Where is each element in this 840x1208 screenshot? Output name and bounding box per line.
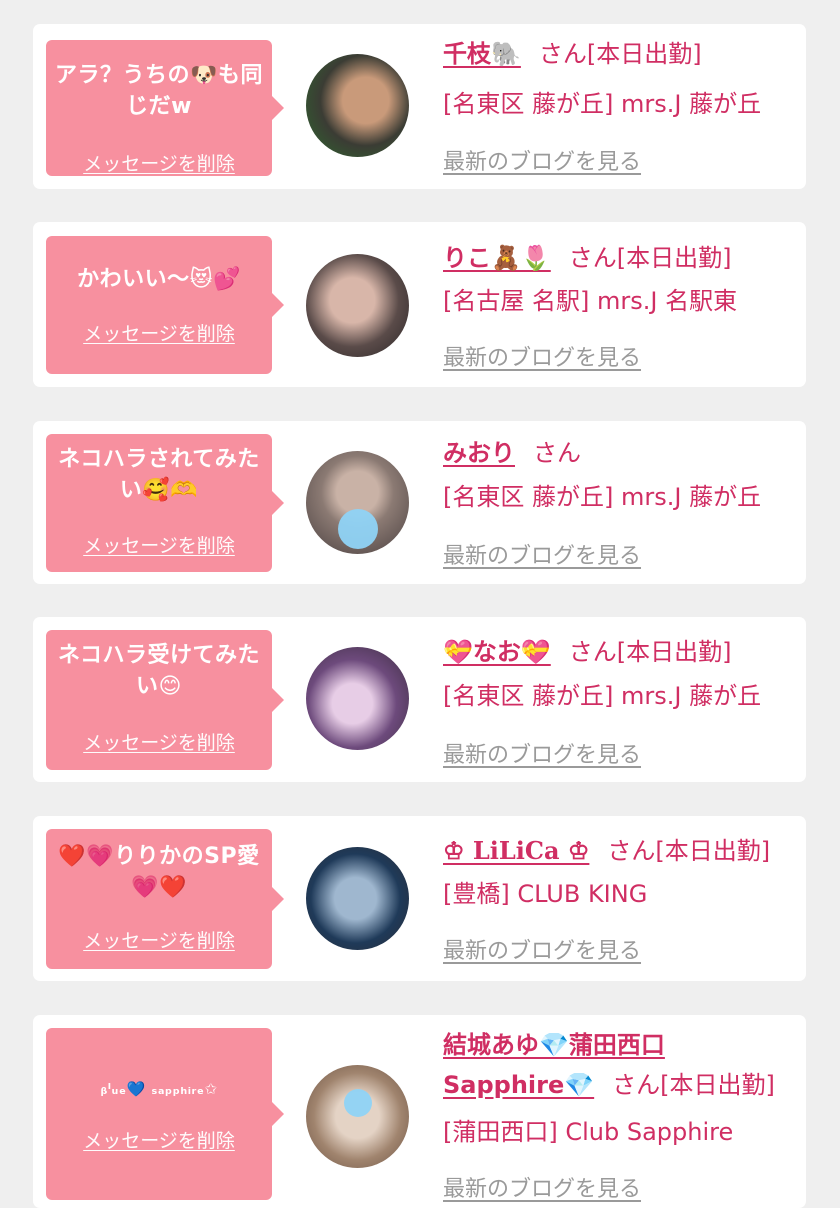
message-text: アラ？うちの🐶も同じだw — [55, 63, 263, 119]
message-text: ネコハラされてみたい🥰🫶 — [58, 447, 260, 503]
latest-blog-link[interactable]: 最新のブログを見る — [443, 1171, 641, 1203]
shift-status: [本日出勤] — [660, 1071, 775, 1099]
message-bubble: かわいい〜😻💕 メッセージを削除 — [46, 236, 284, 374]
shift-status: [本日出勤] — [616, 638, 732, 666]
honorific: さん — [568, 244, 617, 272]
honorific: さん — [612, 1071, 661, 1099]
message-text: かわいい〜😻💕 — [77, 267, 241, 292]
list-item: ᵦˡᵤₑ💙 ₛₐₚₚₕᵢᵣₑ✩ メッセージを削除 結城あゆ💎蒲田西口 Sapph… — [33, 1015, 806, 1208]
avatar[interactable] — [306, 647, 409, 750]
avatar[interactable] — [306, 451, 409, 554]
shop-location: [豊橋] CLUB KING — [443, 880, 648, 908]
avatar[interactable] — [306, 254, 409, 357]
cast-name-link[interactable]: Sapphire💎 — [443, 1071, 594, 1099]
honorific: さん — [533, 439, 581, 467]
shift-status: [本日出勤] — [655, 837, 771, 865]
message-list: アラ？うちの🐶も同じだw メッセージを削除 千枝🐘 さん[本日出勤] [名東区 藤… — [0, 0, 840, 1208]
delete-message-link[interactable]: メッセージを削除 — [46, 1126, 272, 1153]
latest-blog-link[interactable]: 最新のブログを見る — [443, 144, 641, 176]
cast-name-link[interactable]: ♔ LiLiCa ♔ — [443, 836, 589, 865]
avatar[interactable] — [306, 54, 409, 157]
list-item: かわいい〜😻💕 メッセージを削除 りこ🧸🌷 さん[本日出勤] [名古屋 名駅] m… — [33, 222, 806, 387]
message-bubble: ❤️💗りりかのSP愛💗❤️ メッセージを削除 — [46, 829, 284, 969]
latest-blog-link[interactable]: 最新のブログを見る — [443, 538, 641, 570]
cast-name-link[interactable]: 💝なお💝 — [443, 638, 551, 666]
message-bubble: ネコハラされてみたい🥰🫶 メッセージを削除 — [46, 434, 284, 572]
delete-message-link[interactable]: メッセージを削除 — [46, 149, 272, 176]
shop-location: [蒲田西口] Club Sapphire — [443, 1118, 734, 1146]
latest-blog-link[interactable]: 最新のブログを見る — [443, 933, 641, 965]
message-text: ᵦˡᵤₑ💙 ₛₐₚₚₕᵢᵣₑ✩ — [100, 1080, 218, 1098]
honorific: さん — [607, 837, 656, 865]
list-item: アラ？うちの🐶も同じだw メッセージを削除 千枝🐘 さん[本日出勤] [名東区 藤… — [33, 24, 806, 189]
list-item: ❤️💗りりかのSP愛💗❤️ メッセージを削除 ♔ LiLiCa ♔ さん[本日出勤… — [33, 816, 806, 981]
latest-blog-link[interactable]: 最新のブログを見る — [443, 340, 641, 372]
delete-message-link[interactable]: メッセージを削除 — [46, 728, 272, 755]
honorific: さん — [568, 638, 617, 666]
face-blur-heart — [337, 508, 378, 549]
message-text: ❤️💗りりかのSP愛💗❤️ — [58, 844, 260, 900]
shift-status: [本日出勤] — [616, 244, 732, 272]
list-item: ネコハラされてみたい🥰🫶 メッセージを削除 みおり さん [名東区 藤が丘] mr… — [33, 421, 806, 584]
message-bubble: アラ？うちの🐶も同じだw メッセージを削除 — [46, 40, 284, 176]
face-blur-heart — [343, 1088, 372, 1117]
message-bubble: ネコハラ受けてみたい😊 メッセージを削除 — [46, 630, 284, 770]
shift-status: [本日出勤] — [586, 40, 702, 68]
shop-location: [名古屋 名駅] mrs.J 名駅東 — [443, 287, 738, 315]
message-text: ネコハラ受けてみたい😊 — [57, 643, 261, 699]
shop-location: [名東区 藤が丘] mrs.J 藤が丘 — [443, 483, 762, 511]
cast-name-link[interactable]: りこ🧸🌷 — [443, 244, 551, 272]
delete-message-link[interactable]: メッセージを削除 — [46, 319, 272, 346]
list-item: ネコハラ受けてみたい😊 メッセージを削除 💝なお💝 さん[本日出勤] [名東区 藤… — [33, 617, 806, 782]
shop-location: [名東区 藤が丘] mrs.J 藤が丘 — [443, 90, 762, 118]
delete-message-link[interactable]: メッセージを削除 — [46, 531, 272, 558]
cast-name-link[interactable]: みおり — [443, 439, 515, 467]
avatar[interactable] — [306, 847, 409, 950]
honorific: さん — [538, 40, 587, 68]
avatar[interactable] — [306, 1065, 409, 1168]
cast-name-link[interactable]: 結城あゆ💎蒲田西口 — [443, 1031, 665, 1059]
delete-message-link[interactable]: メッセージを削除 — [46, 926, 272, 953]
message-bubble: ᵦˡᵤₑ💙 ₛₐₚₚₕᵢᵣₑ✩ メッセージを削除 — [46, 1028, 284, 1200]
latest-blog-link[interactable]: 最新のブログを見る — [443, 737, 641, 769]
cast-name-link[interactable]: 千枝🐘 — [443, 40, 521, 68]
shop-location: [名東区 藤が丘] mrs.J 藤が丘 — [443, 682, 762, 710]
